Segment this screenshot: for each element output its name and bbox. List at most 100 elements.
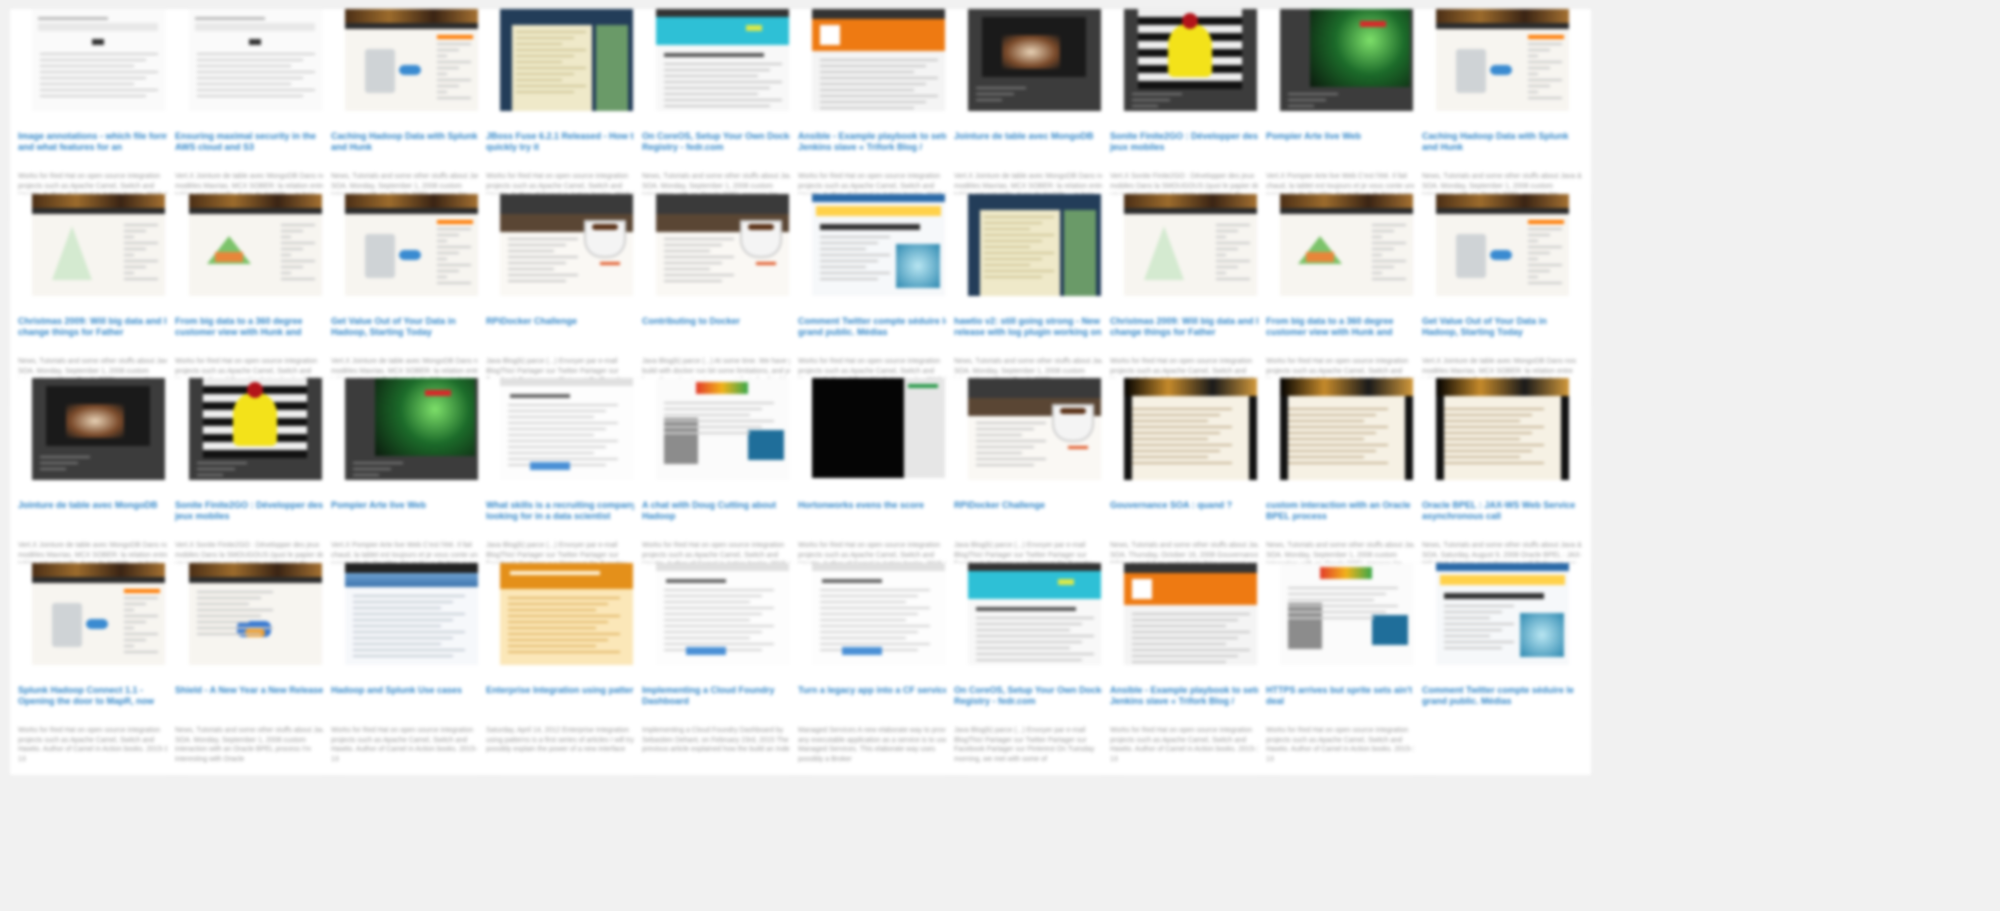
post-title[interactable]: Oracle BPEL : JAX-WS Web Service asynchr… [1422, 500, 1583, 522]
post-title[interactable]: Implementing a Cloud Foundry Dashboard [642, 685, 803, 707]
post-thumbnail[interactable] [656, 378, 789, 480]
post-thumbnail[interactable] [345, 9, 478, 111]
post-thumbnail[interactable] [500, 194, 633, 296]
post-card[interactable]: RPiDocker Challenge Java Blog(k) parce (.… [946, 378, 1123, 590]
post-thumbnail[interactable] [500, 9, 633, 111]
post-title[interactable]: JBoss Fuse 6.2.1 Released - How to quick… [486, 131, 647, 153]
post-card[interactable]: Ansible - Example playbook to setup Jenk… [790, 9, 967, 221]
post-title[interactable]: From big data to a 360 degree customer v… [1266, 316, 1427, 338]
post-thumbnail[interactable] [345, 563, 478, 665]
post-card[interactable]: Jointure de table avec MongoDB Vert.X Joi… [946, 9, 1123, 221]
post-title[interactable]: Splunk Hadoop Connect 1.1 - Opening the … [18, 685, 179, 707]
post-card[interactable]: A chat with Doug Cutting about Hadoop Wor… [634, 378, 811, 590]
post-card[interactable]: Turn a legacy app into a CF service Manag… [790, 563, 967, 775]
post-title[interactable]: On CoreOS, Setup Your Own Docker Registr… [954, 685, 1115, 707]
post-card[interactable]: HTTPS arrives but sprite sets ain't no d… [1258, 563, 1435, 775]
post-thumbnail[interactable] [189, 378, 322, 480]
post-title[interactable]: Comment Twitter compte séduire le grand … [1422, 685, 1583, 707]
post-title[interactable]: RPiDocker Challenge [486, 316, 647, 327]
post-title[interactable]: Jointure de table avec MongoDB [18, 500, 179, 511]
post-title[interactable]: custom interaction with an Oracle BPEL p… [1266, 500, 1427, 522]
post-title[interactable]: Ansible - Example playbook to setup Jenk… [798, 131, 959, 153]
post-thumbnail[interactable] [345, 378, 478, 480]
post-thumbnail[interactable] [1124, 563, 1257, 665]
post-title[interactable]: Caching Hadoop Data with Splunk and Hunk [1422, 131, 1583, 153]
post-title[interactable]: What skills is a recruiting company look… [486, 500, 647, 522]
post-thumbnail[interactable] [32, 563, 165, 665]
post-card[interactable]: hawtio v2: still going strong - New rele… [946, 194, 1123, 406]
post-card[interactable]: Gouvernance SOA : quand ? News, Tutorials… [1102, 378, 1279, 590]
post-thumbnail[interactable] [1124, 9, 1257, 111]
post-thumbnail[interactable] [968, 378, 1101, 480]
post-card[interactable]: Pompier Arte live Web Vert.X Pompier Arte… [1258, 9, 1435, 221]
post-title[interactable]: Hadoop and Splunk Use cases [331, 685, 492, 696]
post-card[interactable]: Sonite Finite2GO : Développer des jeux m… [167, 378, 344, 590]
post-thumbnail[interactable] [32, 9, 165, 111]
post-card[interactable]: Oracle BPEL : JAX-WS Web Service asynchr… [1414, 378, 1591, 590]
post-thumbnail[interactable] [500, 563, 633, 665]
post-title[interactable]: Contributing to Docker [642, 316, 803, 327]
post-thumbnail[interactable] [1436, 563, 1569, 665]
post-card[interactable]: What skills is a recruiting company look… [478, 378, 655, 590]
post-card[interactable]: Get Value Out of Your Data in Hadoop, St… [323, 194, 500, 406]
post-card[interactable]: custom interaction with an Oracle BPEL p… [1258, 378, 1435, 590]
post-thumbnail[interactable] [656, 194, 789, 296]
post-thumbnail[interactable] [968, 9, 1101, 111]
post-title[interactable]: Enterprise Integration using patterns [486, 685, 647, 696]
post-card[interactable]: Sonite Finite2GO : Développer des jeux m… [1102, 9, 1279, 221]
post-title[interactable]: Pompier Arte live Web [331, 500, 492, 511]
post-thumbnail[interactable] [656, 9, 789, 111]
post-thumbnail[interactable] [1280, 194, 1413, 296]
post-card[interactable]: From big data to a 360 degree customer v… [1258, 194, 1435, 406]
post-card[interactable]: Caching Hadoop Data with Splunk and Hunk… [1414, 9, 1591, 221]
post-card[interactable]: Implementing a Cloud Foundry Dashboard Im… [634, 563, 811, 775]
post-card[interactable]: Image annotations - which file format an… [10, 9, 187, 221]
post-card[interactable]: Hadoop and Splunk Use cases Works for Red… [323, 563, 500, 775]
post-thumbnail[interactable] [1436, 9, 1569, 111]
post-title[interactable]: Sonite Finite2GO : Développer des jeux m… [1110, 131, 1271, 153]
post-card[interactable]: Contributing to Docker Java Blog(k) parce… [634, 194, 811, 406]
post-title[interactable]: Pompier Arte live Web [1266, 131, 1427, 142]
post-card[interactable]: JBoss Fuse 6.2.1 Released - How to quick… [478, 9, 655, 221]
post-thumbnail[interactable] [189, 563, 322, 665]
post-card[interactable]: Jointure de table avec MongoDB Vert.X Joi… [10, 378, 187, 590]
post-thumbnail[interactable] [345, 194, 478, 296]
post-thumbnail[interactable] [189, 9, 322, 111]
post-title[interactable]: Hortonworks evens the score [798, 500, 959, 511]
post-title[interactable]: RPiDocker Challenge [954, 500, 1115, 511]
post-thumbnail[interactable] [1124, 194, 1257, 296]
post-card[interactable]: Enterprise Integration using patterns Sat… [478, 563, 655, 775]
post-card[interactable]: Shield - A New Year a New Release News, T… [167, 563, 344, 775]
post-thumbnail[interactable] [1280, 9, 1413, 111]
post-card[interactable]: On CoreOS, Setup Your Own Docker Registr… [946, 563, 1123, 775]
post-title[interactable]: Comment Twitter compte séduire le grand … [798, 316, 959, 338]
post-thumbnail[interactable] [1124, 378, 1257, 480]
post-title[interactable]: On CoreOS, Setup Your Own Docker Registr… [642, 131, 803, 153]
post-thumbnail[interactable] [189, 194, 322, 296]
post-card[interactable]: Christmas 2009: Will big data and IOT ch… [1102, 194, 1279, 406]
post-thumbnail[interactable] [812, 563, 945, 665]
post-title[interactable]: Sonite Finite2GO : Développer des jeux m… [175, 500, 336, 522]
post-thumbnail[interactable] [812, 378, 945, 480]
post-title[interactable]: Ensuring maximal security in the AWS clo… [175, 131, 336, 153]
post-title[interactable]: Turn a legacy app into a CF service [798, 685, 959, 696]
post-card[interactable]: Comment Twitter compte séduire le grand … [1414, 563, 1591, 775]
post-title[interactable]: Christmas 2009: Will big data and IOT ch… [1110, 316, 1271, 338]
post-thumbnail[interactable] [1436, 194, 1569, 296]
post-title[interactable]: Get Value Out of Your Data in Hadoop, St… [1422, 316, 1583, 338]
post-title[interactable]: Ansible - Example playbook to setup Jenk… [1110, 685, 1271, 707]
post-card[interactable]: From big data to a 360 degree customer v… [167, 194, 344, 406]
post-thumbnail[interactable] [656, 563, 789, 665]
post-title[interactable]: hawtio v2: still going strong - New rele… [954, 316, 1115, 338]
post-title[interactable]: Shield - A New Year a New Release [175, 685, 336, 696]
post-thumbnail[interactable] [32, 194, 165, 296]
post-thumbnail[interactable] [1436, 378, 1569, 480]
post-title[interactable]: Caching Hadoop Data with Splunk and Hunk [331, 131, 492, 153]
post-title[interactable]: Image annotations - which file format an… [18, 131, 179, 153]
post-card[interactable]: Get Value Out of Your Data in Hadoop, St… [1414, 194, 1591, 406]
post-thumbnail[interactable] [500, 378, 633, 480]
post-title[interactable]: HTTPS arrives but sprite sets ain't no d… [1266, 685, 1427, 707]
post-card[interactable]: On CoreOS, Setup Your Own Docker Registr… [634, 9, 811, 221]
post-card[interactable]: Splunk Hadoop Connect 1.1 - Opening the … [10, 563, 187, 775]
post-title[interactable]: A chat with Doug Cutting about Hadoop [642, 500, 803, 522]
